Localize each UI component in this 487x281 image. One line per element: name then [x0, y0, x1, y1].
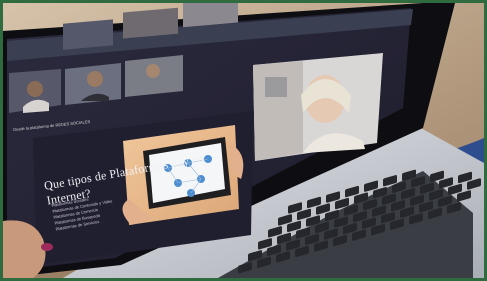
- photo-frame: Que tipos de Plataformas hay en Internet…: [0, 0, 487, 281]
- laptop-photo: [3, 3, 484, 278]
- speaker-video: [253, 53, 383, 161]
- nail: [41, 243, 53, 251]
